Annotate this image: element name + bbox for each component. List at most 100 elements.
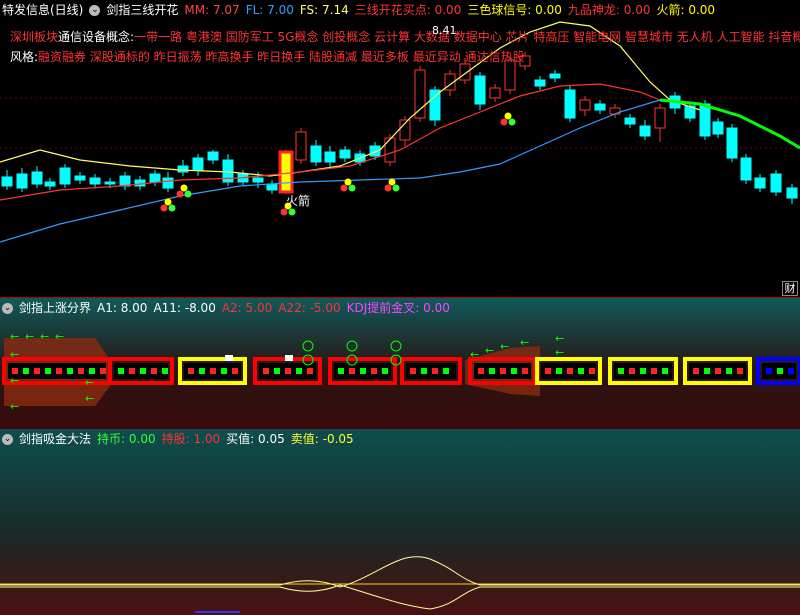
signal-ball	[288, 208, 296, 216]
band-dot	[478, 368, 484, 374]
candle-body	[192, 157, 204, 171]
band-dot	[151, 368, 157, 374]
candle-body	[59, 167, 71, 185]
band-dot	[45, 368, 51, 374]
candle-body	[699, 103, 711, 137]
mai-value: 买值: 0.05	[226, 432, 285, 446]
band-dot	[188, 368, 194, 374]
indicator-name[interactable]: 剑指吸金大法	[19, 429, 91, 449]
finance-icon[interactable]: 财	[782, 281, 798, 296]
green-arrow-mark: ←	[40, 330, 49, 343]
rocket-bar	[278, 150, 294, 194]
style-label: 风格:	[10, 50, 39, 64]
band-dot	[578, 368, 584, 374]
band-dot	[34, 368, 40, 374]
band-dot	[23, 368, 29, 374]
indicator-pane-2[interactable]: ← ← ← ← ← ← ← ← ← ← ← ← ← ← ← ⌄ 剑指上涨分界 A1: 8.00 A11: -…	[0, 298, 800, 429]
candle-body	[339, 149, 351, 159]
signal-circle	[390, 340, 402, 352]
band-dot	[199, 368, 205, 374]
candle-body	[579, 99, 591, 111]
main-pane-header: 特发信息(日线) ⌄ 剑指三线开花 MM: 7.07 FL: 7.00 FS: …	[0, 0, 715, 20]
concept-label: 概念:	[106, 30, 135, 44]
indicator-name[interactable]: 剑指三线开花	[106, 0, 178, 20]
band-dot	[500, 368, 506, 374]
band-dot	[307, 368, 313, 374]
green-arrow-mark: ←	[520, 336, 529, 349]
band-dot	[274, 368, 280, 374]
signal-ball	[384, 184, 392, 192]
green-arrow-mark: ←	[470, 348, 479, 361]
signal-ball	[160, 204, 168, 212]
concept-list: 一带一路 粤港澳 国防军工 5G概念 创投概念 云计算 大数据 数据中心 芯片 …	[134, 30, 800, 44]
signal-ball	[388, 178, 396, 186]
signal-ball	[340, 184, 348, 192]
candle-body	[639, 125, 651, 137]
pane2-header: ⌄ 剑指上涨分界 A1: 8.00 A11: -8.00 A2: 5.00 A2…	[0, 298, 450, 318]
collapse-icon[interactable]: ⌄	[2, 433, 13, 445]
band-dot	[545, 368, 551, 374]
signal-ball	[184, 190, 192, 198]
candle-body	[712, 121, 724, 135]
band-dot	[651, 368, 657, 374]
candle-body	[429, 89, 441, 121]
candle-body	[726, 127, 738, 159]
green-arrow-mark: ←	[10, 400, 19, 413]
band-dot	[382, 368, 388, 374]
candle-body	[295, 131, 307, 161]
flow-lower	[0, 584, 800, 610]
chigu-value: 持股: 1.00	[161, 432, 221, 446]
band-dot	[589, 368, 595, 374]
band-dot	[285, 368, 291, 374]
green-arrow-mark: ←	[85, 392, 94, 405]
candle-body	[786, 187, 798, 199]
green-arrow-mark: ←	[485, 344, 494, 357]
candle-body	[149, 173, 161, 183]
candle-body	[474, 75, 486, 105]
stock-title: 特发信息(日线)	[2, 3, 84, 17]
band-dot	[766, 368, 772, 374]
candle-body	[534, 79, 546, 87]
green-arrow-mark: ←	[555, 332, 564, 345]
collapse-icon[interactable]: ⌄	[89, 4, 101, 16]
pane3-header: ⌄ 剑指吸金大法 持币: 0.00 持股: 1.00 买值: 0.05 卖值: …	[0, 429, 354, 449]
collapse-icon[interactable]: ⌄	[2, 302, 13, 314]
band-dot	[360, 368, 366, 374]
band-dot	[567, 368, 573, 374]
band-dot	[140, 368, 146, 374]
candle-body	[252, 177, 264, 183]
indicator-name[interactable]: 剑指上涨分界	[19, 298, 91, 318]
a2-value: A2: 5.00	[221, 301, 273, 315]
signal-ball	[392, 184, 400, 192]
green-arrow-mark: ←	[55, 330, 64, 343]
jiupin-value: 九品神龙: 0.00	[567, 3, 651, 17]
sanse-value: 三色球信号: 0.00	[467, 3, 562, 17]
indicator-pane-3[interactable]: ⌄ 剑指吸金大法 持币: 0.00 持股: 1.00 买值: 0.05 卖值: …	[0, 429, 800, 615]
style-line: 风格:融资融券 深股通标的 昨日振荡 昨高换手 昨日换手 陆股通减 最近多板 最…	[10, 48, 525, 65]
band-dot	[100, 368, 106, 374]
fl-line	[0, 99, 661, 243]
candle-body	[594, 103, 606, 111]
band-dot	[432, 368, 438, 374]
rocket-label: 火箭	[286, 194, 311, 208]
a1-value: A1: 8.00	[97, 301, 148, 315]
candle-body	[654, 107, 666, 129]
fs-value: FS: 7.14	[299, 3, 349, 17]
band-dot	[629, 368, 635, 374]
style-list: 融资融券 深股通标的 昨日振荡 昨高换手 昨日换手 陆股通减 最近多板 最近异动…	[38, 50, 525, 64]
signal-ball	[344, 178, 352, 186]
main-chart-pane[interactable]: 特发信息(日线) ⌄ 剑指三线开花 MM: 7.07 FL: 7.00 FS: …	[0, 0, 800, 298]
band-dot	[556, 368, 562, 374]
candle-body	[770, 173, 782, 193]
green-arrow-mark: ←	[500, 340, 509, 353]
band-dot	[263, 368, 269, 374]
candle-body	[89, 177, 101, 185]
candle-body	[459, 63, 471, 81]
white-marker	[225, 355, 233, 361]
candle-body	[740, 157, 752, 181]
kdj-value: KDJ提前金叉: 0.00	[346, 301, 450, 315]
signal-ball	[168, 204, 176, 212]
band-dot	[640, 368, 646, 374]
green-arrow-mark: ←	[10, 330, 19, 343]
white-marker	[285, 355, 293, 361]
